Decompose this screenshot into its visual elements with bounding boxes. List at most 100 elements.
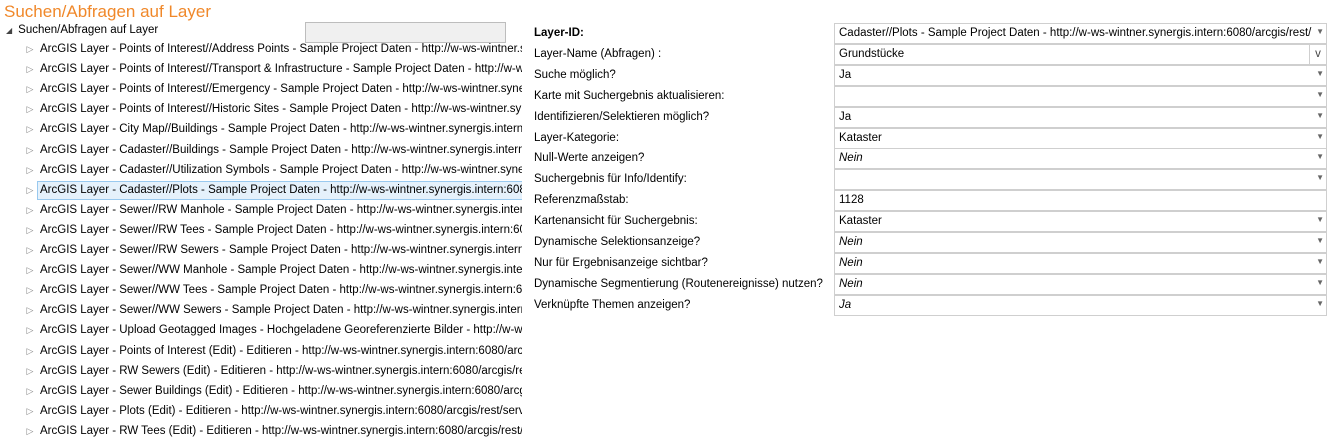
dropdown-arrow-icon[interactable]: ▼: [1316, 27, 1324, 36]
tree-item[interactable]: ▷ ArcGIS Layer - Points of Interest (Edit…: [23, 342, 522, 361]
collapsed-triangle-icon[interactable]: ▷: [23, 281, 37, 300]
collapsed-triangle-icon[interactable]: ▷: [23, 382, 37, 401]
property-row: Karte mit Suchergebnis aktualisieren: ▼: [534, 85, 1328, 107]
property-value: Kataster: [839, 215, 882, 228]
dropdown-arrow-icon[interactable]: ▼: [1316, 278, 1324, 287]
property-value: Grundstücke: [839, 47, 905, 60]
property-value: 1128: [839, 194, 864, 207]
dropdown-arrow-icon[interactable]: ▼: [1316, 236, 1324, 245]
property-dropdown[interactable]: Ja ▼: [834, 106, 1327, 128]
dropdown-arrow-icon[interactable]: ▼: [1316, 69, 1324, 78]
property-input[interactable]: Grundstücke v: [834, 43, 1327, 65]
collapsed-triangle-icon[interactable]: ▷: [23, 120, 37, 139]
tree-item[interactable]: ▷ ArcGIS Layer - Sewer//WW Manhole - Samp…: [23, 261, 522, 280]
tree-item[interactable]: ▷ ArcGIS Layer - Sewer//WW Tees - Sample …: [23, 281, 522, 300]
property-dropdown[interactable]: Ja ▼: [834, 64, 1327, 86]
property-dropdown[interactable]: Cadaster//Plots - Sample Project Daten -…: [834, 23, 1327, 44]
tree-item[interactable]: ▷ ArcGIS Layer - Sewer Buildings (Edit) -…: [23, 382, 522, 401]
collapsed-triangle-icon[interactable]: ▷: [23, 301, 37, 320]
tree-item[interactable]: ▷ ArcGIS Layer - RW Sewers (Edit) - Editi…: [23, 362, 522, 381]
property-value: Ja: [839, 68, 852, 81]
tree-item[interactable]: ▷ ArcGIS Layer - Cadaster//Plots - Sample…: [23, 180, 522, 200]
property-dropdown[interactable]: Nein ▼: [834, 232, 1327, 253]
dropdown-arrow-icon[interactable]: ▼: [1316, 173, 1324, 182]
tree-item-label: ArcGIS Layer - Sewer//RW Tees - Sample P…: [40, 223, 522, 236]
tree-item-label: ArcGIS Layer - Sewer//WW Sewers - Sample…: [40, 304, 522, 317]
property-dropdown[interactable]: Kataster ▼: [834, 127, 1327, 149]
dropdown-arrow-icon[interactable]: ▼: [1316, 132, 1324, 141]
property-value: Cadaster//Plots - Sample Project Daten -…: [839, 27, 1312, 39]
property-label: Verknüpfte Themen anzeigen?: [534, 298, 691, 311]
tree-item[interactable]: ▷ ArcGIS Layer - Upload Geotagged Images …: [23, 321, 522, 340]
tree-item-label: ArcGIS Layer - Cadaster//Buildings - Sam…: [40, 143, 522, 156]
property-dropdown[interactable]: ▼: [834, 169, 1327, 191]
property-dropdown[interactable]: ▼: [834, 85, 1327, 107]
tree-item[interactable]: ▷ ArcGIS Layer - Points of Interest//Hist…: [23, 100, 522, 119]
tree-item[interactable]: ▷ ArcGIS Layer - RW Tees (Edit) - Editier…: [23, 422, 522, 441]
collapsed-triangle-icon[interactable]: ▷: [23, 40, 37, 59]
property-dropdown[interactable]: Nein ▼: [834, 273, 1327, 295]
collapsed-triangle-icon[interactable]: ▷: [23, 362, 37, 381]
property-value: Ja: [839, 110, 852, 123]
tree-item-label: ArcGIS Layer - Points of Interest//Addre…: [40, 43, 522, 55]
tree-root-label: Suchen/Abfragen auf Layer: [18, 24, 159, 36]
collapsed-triangle-icon[interactable]: ▷: [23, 402, 37, 421]
tree-item-label: ArcGIS Layer - Plots (Edit) - Editieren …: [40, 404, 522, 417]
property-value: Nein: [839, 152, 863, 165]
tree-item[interactable]: ▷ ArcGIS Layer - Sewer//RW Sewers - Sampl…: [23, 241, 522, 260]
collapsed-triangle-icon[interactable]: ▷: [23, 181, 37, 200]
property-dropdown[interactable]: Nein ▼: [834, 252, 1327, 274]
tree-item-label: ArcGIS Layer - City Map//Buildings - Sam…: [40, 123, 522, 136]
property-row: Suche möglich? Ja ▼: [534, 64, 1328, 86]
collapsed-triangle-icon[interactable]: ▷: [23, 141, 37, 160]
collapsed-triangle-icon[interactable]: ▷: [23, 100, 37, 119]
dropdown-arrow-icon[interactable]: ▼: [1316, 257, 1324, 266]
property-label: Referenzmaßstab:: [534, 194, 629, 207]
property-label: Karte mit Suchergebnis aktualisieren:: [534, 89, 725, 102]
collapsed-triangle-icon[interactable]: ▷: [23, 60, 37, 79]
property-row: Suchergebnis für Info/Identify: ▼: [534, 169, 1328, 191]
tree-item[interactable]: ▷ ArcGIS Layer - Cadaster//Utilization Sy…: [23, 161, 522, 180]
tree-item[interactable]: ▷ ArcGIS Layer - Cadaster//Buildings - Sa…: [23, 141, 522, 160]
tree-item-label: ArcGIS Layer - Points of Interest//Histo…: [40, 103, 522, 116]
collapsed-triangle-icon[interactable]: ▷: [23, 321, 37, 340]
tree-item-label: ArcGIS Layer - RW Tees (Edit) - Editiere…: [40, 424, 522, 437]
collapsed-triangle-icon[interactable]: ▷: [23, 241, 37, 260]
tree-item-label: ArcGIS Layer - Points of Interest//Emerg…: [40, 83, 522, 96]
property-input[interactable]: 1128: [834, 190, 1327, 212]
tree-item[interactable]: ▷ ArcGIS Layer - Points of Interest//Addr…: [23, 40, 522, 59]
tree-item[interactable]: ▷ ArcGIS Layer - Sewer//RW Tees - Sample …: [23, 221, 522, 240]
property-dropdown[interactable]: Nein ▼: [834, 148, 1327, 170]
property-row: Nur für Ergebnisanzeige sichtbar? Nein ▼: [534, 252, 1328, 274]
tree-root[interactable]: ◢ Suchen/Abfragen auf Layer: [6, 24, 158, 36]
property-row: Kartenansicht für Suchergebnis: Kataster ▼: [534, 211, 1328, 233]
collapsed-triangle-icon[interactable]: ▷: [23, 221, 37, 240]
dropdown-arrow-icon[interactable]: ▼: [1316, 299, 1324, 308]
property-dropdown[interactable]: Kataster ▼: [834, 211, 1327, 233]
tree-item[interactable]: ▷ ArcGIS Layer - Points of Interest//Tran…: [23, 60, 522, 79]
tree-item[interactable]: ▷ ArcGIS Layer - Plots (Edit) - Editieren…: [23, 402, 522, 421]
property-row: Layer-ID: Cadaster//Plots - Sample Projec…: [534, 23, 1328, 44]
tree-item-label: ArcGIS Layer - Points of Interest (Edit)…: [40, 344, 522, 357]
collapsed-triangle-icon[interactable]: ▷: [23, 342, 37, 361]
property-label: Suche möglich?: [534, 68, 616, 81]
tree-item[interactable]: ▷ ArcGIS Layer - City Map//Buildings - Sa…: [23, 120, 522, 139]
dropdown-arrow-icon[interactable]: ▼: [1316, 90, 1324, 99]
value-picker-button[interactable]: v: [1309, 44, 1326, 64]
collapsed-triangle-icon[interactable]: ▷: [23, 201, 37, 220]
collapsed-triangle-icon[interactable]: ▷: [23, 161, 37, 180]
collapsed-triangle-icon[interactable]: ▷: [23, 422, 37, 441]
dropdown-arrow-icon[interactable]: ▼: [1316, 111, 1324, 120]
collapsed-triangle-icon[interactable]: ▷: [23, 80, 37, 99]
expanded-triangle-icon[interactable]: ◢: [6, 26, 12, 35]
collapsed-triangle-icon[interactable]: ▷: [23, 261, 37, 280]
tree-item[interactable]: ▷ ArcGIS Layer - Points of Interest//Emer…: [23, 80, 522, 99]
tree-item-label: ArcGIS Layer - Sewer//RW Sewers - Sample…: [40, 244, 522, 256]
property-dropdown[interactable]: Ja ▼: [834, 294, 1327, 316]
dropdown-arrow-icon[interactable]: ▼: [1316, 215, 1324, 224]
dropdown-arrow-icon[interactable]: ▼: [1316, 152, 1324, 161]
tree-item[interactable]: ▷ ArcGIS Layer - Sewer//WW Sewers - Sampl…: [23, 301, 522, 320]
property-label: Dynamische Selektionsanzeige?: [534, 236, 701, 248]
tree-item[interactable]: ▷ ArcGIS Layer - Sewer//RW Manhole - Samp…: [23, 201, 522, 220]
property-label: Layer-Kategorie:: [534, 131, 620, 144]
